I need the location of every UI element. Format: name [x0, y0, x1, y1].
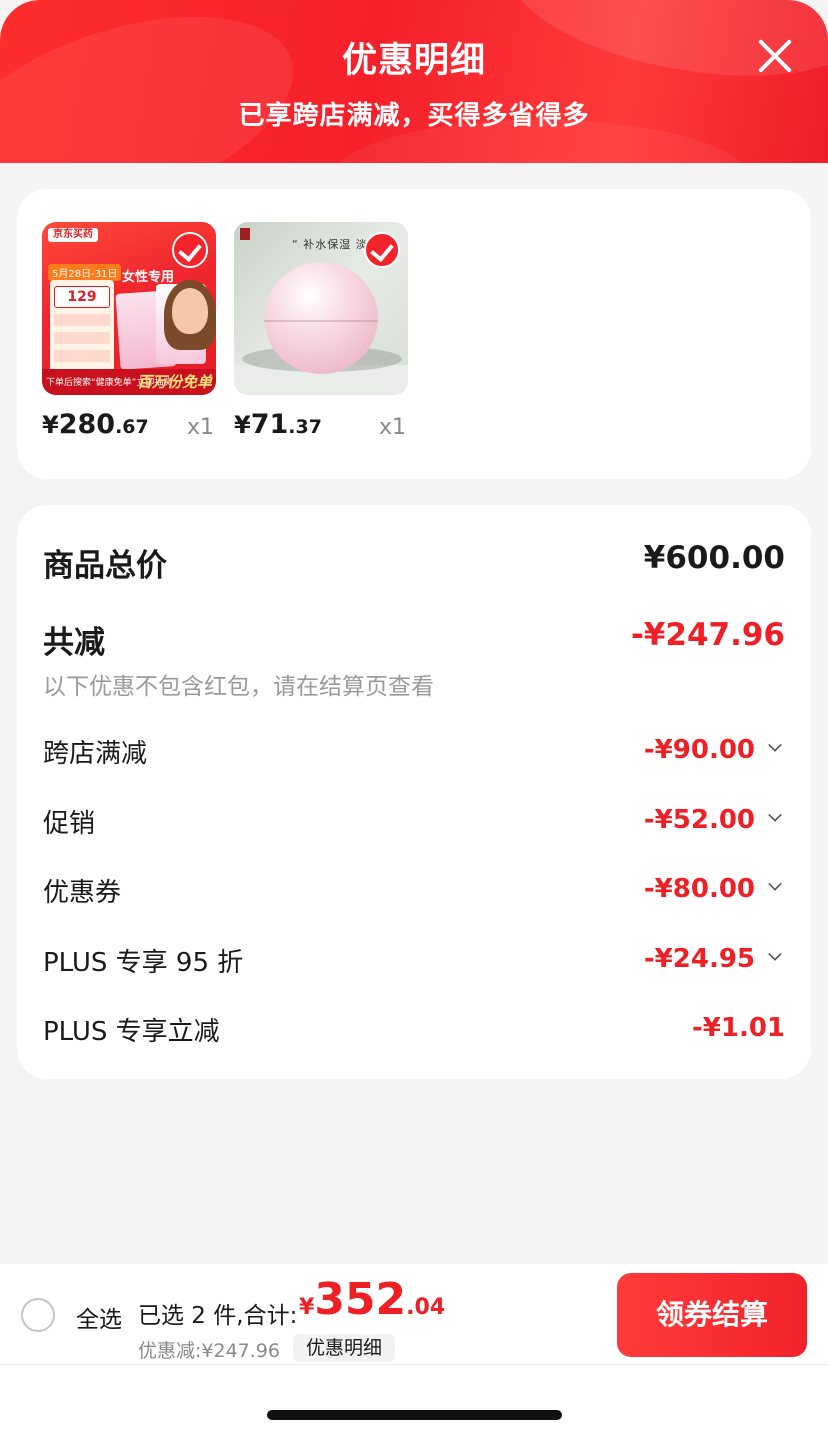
checkmark-icon[interactable] [172, 232, 208, 268]
product-thumb-date: 5月28日-31日 [48, 264, 122, 281]
discount-row-plus-instant: PLUS 专享立减 -¥1.01 [43, 1011, 785, 1048]
checkmark-icon[interactable] [364, 232, 400, 268]
discount-row-cross-store[interactable]: 跨店满减 -¥90.00 [43, 733, 785, 770]
discount-row-coupon[interactable]: 优惠券 -¥80.00 [43, 872, 785, 909]
select-all-label[interactable]: 全选 [76, 1300, 122, 1334]
total-reduction-value: -¥247.96 [630, 617, 785, 653]
decor [54, 314, 110, 326]
product-image[interactable]: 京东买药 5月28日-31日 女性专用 129 下单后搜索“健康免单”立即抽奖 … [42, 222, 216, 395]
discount-value: -¥1.01 [691, 1013, 785, 1043]
cream-jar-illustration [264, 262, 378, 374]
product-thumb-footer-badge: 百万份免单 [136, 373, 212, 391]
checkout-bar: 全选 已选 2 件,合计: ¥352.04 优惠减:¥247.96 优惠明细 领… [0, 1264, 828, 1364]
product-thumb-banner: 女性专用 [122, 270, 175, 285]
discount-label: 促销 [43, 809, 96, 839]
page-title: 优惠明细 [341, 41, 486, 81]
discount-detail-header: 优惠明细 已享跨店满减，买得多省得多 [0, 0, 828, 163]
discount-value: -¥24.95 [643, 944, 755, 974]
total-amount-integer: 352 [314, 1274, 407, 1325]
brand-seal-icon [240, 228, 250, 240]
product-price-decimal: .67 [115, 416, 149, 438]
product-quantity: x1 [186, 415, 214, 440]
discount-label: 跨店满减 [43, 739, 148, 769]
discount-label: PLUS 专享立减 [43, 1017, 220, 1047]
discount-row-promotion[interactable]: 促销 -¥52.00 [43, 803, 785, 840]
product-thumb-price: 129 [54, 286, 110, 308]
discount-label: PLUS 专享 95 折 [43, 948, 244, 978]
currency-symbol: ¥ [299, 1295, 315, 1320]
total-reduction-row: 共减 -¥247.96 [43, 617, 785, 662]
chevron-down-icon[interactable] [768, 947, 782, 961]
home-indicator-area [0, 1365, 828, 1437]
checkout-button[interactable]: 领券结算 [617, 1273, 807, 1357]
chevron-down-icon[interactable] [768, 877, 782, 891]
discount-row-plus-95[interactable]: PLUS 专享 95 折 -¥24.95 [43, 942, 785, 979]
cream-jar-illustration [264, 320, 378, 322]
total-price-row: 商品总价 ¥600.00 [43, 540, 785, 585]
product-price-row: ¥280.67 x1 [42, 409, 216, 449]
total-reduction-label: 共减 [43, 625, 105, 661]
product-price-integer: 280 [58, 409, 116, 440]
total-amount-decimal: .04 [406, 1295, 446, 1320]
chevron-down-icon[interactable] [768, 738, 782, 752]
decor [54, 332, 110, 344]
discount-value: -¥80.00 [643, 874, 755, 904]
selected-products-card: 京东买药 5月28日-31日 女性专用 129 下单后搜索“健康免单”立即抽奖 … [17, 189, 811, 479]
page-subtitle: 已享跨店满减，买得多省得多 [238, 101, 590, 131]
discount-total-text: 优惠减:¥247.96 [138, 1340, 280, 1362]
discount-detail-button[interactable]: 优惠明细 [293, 1334, 396, 1362]
select-all-checkbox[interactable] [21, 1298, 55, 1332]
discount-value: -¥52.00 [643, 805, 755, 835]
product-thumb-logo: 京东买药 [48, 228, 98, 242]
product-image[interactable]: “ 补水保湿 淡化黑 [234, 222, 408, 395]
home-indicator[interactable] [267, 1410, 562, 1420]
total-amount: ¥352.04 [299, 1274, 445, 1325]
product-quantity: x1 [378, 415, 406, 440]
chevron-down-icon[interactable] [768, 808, 782, 822]
model-illustration [172, 288, 208, 334]
selected-count-text: 已选 2 件,合计: [138, 1303, 298, 1329]
decor [54, 350, 110, 362]
close-icon[interactable] [755, 36, 795, 76]
discount-value: -¥90.00 [643, 735, 755, 765]
product-price-integer: 71 [250, 409, 289, 440]
product-price-row: ¥71.37 x1 [234, 409, 408, 449]
currency-symbol: ¥ [234, 411, 251, 439]
product-item[interactable]: 京东买药 5月28日-31日 女性专用 129 下单后搜索“健康免单”立即抽奖 … [42, 222, 216, 449]
product-price-decimal: .37 [288, 416, 322, 438]
total-price-label: 商品总价 [43, 548, 167, 584]
currency-symbol: ¥ [42, 411, 59, 439]
product-item[interactable]: “ 补水保湿 淡化黑 ¥71.37 x1 [234, 222, 408, 449]
price-summary-card: 商品总价 ¥600.00 共减 -¥247.96 以下优惠不包含红包，请在结算页… [17, 505, 811, 1079]
discount-label: 优惠券 [43, 878, 122, 908]
reduction-note: 以下优惠不包含红包，请在结算页查看 [43, 674, 434, 700]
product-thumb-panel: 129 [50, 280, 114, 372]
total-price-value: ¥600.00 [643, 540, 785, 576]
